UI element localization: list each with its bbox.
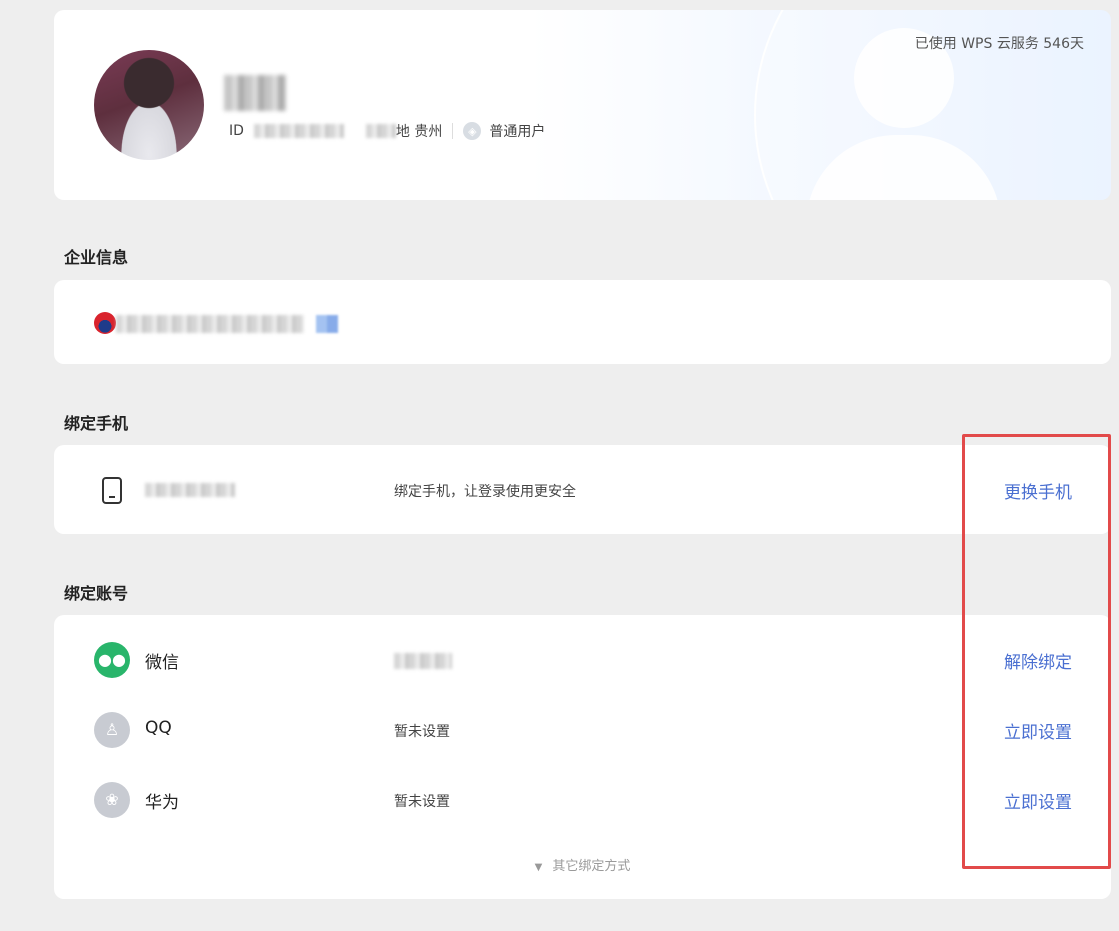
avatar[interactable] [94,50,204,160]
accounts-card: ●● 微信 解除绑定 ♙ QQ 暂未设置 立即设置 ❀ 华为 暂未设置 立即设置… [54,615,1111,899]
change-phone-link[interactable]: 更换手机 [1004,478,1072,503]
huawei-icon: ❀ [94,782,130,818]
enterprise-card[interactable] [54,280,1111,364]
account-name: 华为 [145,793,179,813]
profile-card: 已使用 WPS 云服务 546天 ID 地 贵州 ◈ 普通用户 [54,10,1111,200]
phone-number-redacted [145,483,235,497]
enterprise-section-title: 企业信息 [64,248,129,267]
phone-section-title: 绑定手机 [64,414,129,433]
account-status: 暂未设置 [394,794,450,810]
phone-card: 绑定手机，让登录使用更安全 更换手机 [54,445,1111,534]
more-methods-label: 其它绑定方式 [552,859,631,874]
id-label: ID [229,123,244,139]
user-name-redacted [224,75,286,111]
location-text: 地 贵州 [395,124,443,140]
account-row-huawei: ❀ 华为 暂未设置 立即设置 [54,775,1111,825]
account-row-qq: ♙ QQ 暂未设置 立即设置 [54,705,1111,755]
meta-divider [452,123,454,139]
setup-qq-link[interactable]: 立即设置 [1004,718,1072,743]
accounts-section-title: 绑定账号 [64,584,129,603]
user-level-icon: ◈ [463,122,482,140]
location-prefix-redacted [365,124,396,138]
enterprise-name-redacted [116,315,304,333]
triangle-down-icon: ▼ [534,862,543,873]
enterprise-logo-icon [94,312,116,334]
qq-icon: ♙ [94,712,130,748]
wechat-nickname-redacted [394,653,452,669]
account-status: 暂未设置 [394,724,450,740]
enterprise-tag-redacted [316,315,338,333]
account-row-wechat: ●● 微信 解除绑定 [54,635,1111,685]
account-name: 微信 [145,653,179,673]
user-meta-row: ID 地 贵州 ◈ 普通用户 [229,121,545,141]
user-id-redacted [253,124,344,138]
cloud-usage-text: 已使用 WPS 云服务 546天 [914,36,1084,52]
account-name: QQ [145,718,172,738]
phone-hint: 绑定手机，让登录使用更安全 [394,484,576,500]
unbind-wechat-link[interactable]: 解除绑定 [1004,648,1072,673]
wechat-icon: ●● [94,642,130,678]
phone-icon [94,472,130,508]
phone-row: 绑定手机，让登录使用更安全 更换手机 [54,465,1111,515]
user-type-label: 普通用户 [489,124,546,140]
setup-huawei-link[interactable]: 立即设置 [1004,788,1072,813]
more-bind-methods-toggle[interactable]: ▼ 其它绑定方式 [54,855,1111,874]
